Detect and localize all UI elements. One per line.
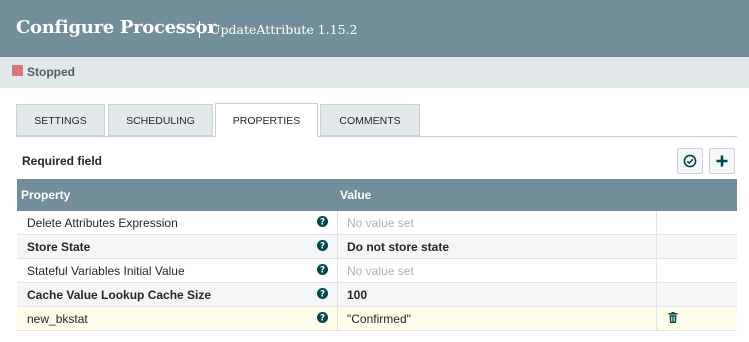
property-name: Delete Attributes Expression: [27, 216, 178, 230]
help-icon[interactable]: ?: [317, 240, 328, 251]
status-label: Stopped: [27, 65, 75, 79]
tab-scheduling[interactable]: SCHEDULING: [108, 104, 213, 136]
svg-text:?: ?: [320, 242, 325, 251]
title-divider: [199, 21, 200, 38]
processor-type: UpdateAttribute 1.15.2: [210, 22, 358, 37]
table-row[interactable]: Cache Value Lookup Cache Size ? 100: [17, 283, 737, 307]
property-value[interactable]: Do not store state: [347, 240, 449, 254]
dialog-header: Configure Processor UpdateAttribute 1.15…: [0, 0, 749, 57]
required-field-legend: Required field: [22, 154, 103, 168]
trash-icon[interactable]: [668, 312, 678, 323]
table-row[interactable]: Delete Attributes Expression ? No value …: [17, 211, 737, 235]
help-icon[interactable]: ?: [317, 264, 328, 275]
property-value[interactable]: No value set: [347, 264, 414, 278]
property-value[interactable]: 100: [347, 288, 367, 302]
property-name: Cache Value Lookup Cache Size: [27, 288, 212, 302]
verify-icon: [683, 154, 697, 168]
status-bar: Stopped: [0, 57, 749, 88]
property-name: new_bkstat: [27, 312, 88, 326]
add-property-button[interactable]: [709, 148, 735, 174]
table-row[interactable]: Store State ? Do not store state: [17, 235, 737, 259]
dialog-title: Configure Processor: [16, 17, 217, 38]
add-property-icon: [716, 155, 728, 167]
property-name: Stateful Variables Initial Value: [27, 264, 185, 278]
svg-text:?: ?: [320, 218, 325, 227]
property-name: Store State: [27, 240, 91, 254]
help-icon[interactable]: ?: [317, 288, 328, 299]
tab-bar: SETTINGS SCHEDULING PROPERTIES COMMENTS: [16, 103, 737, 137]
table-row[interactable]: new_bkstat ? "Confirmed": [17, 307, 737, 331]
column-header-property[interactable]: Property: [21, 188, 70, 202]
property-value[interactable]: "Confirmed": [347, 312, 411, 326]
stopped-icon: [12, 65, 23, 76]
svg-text:?: ?: [320, 290, 325, 299]
verify-button[interactable]: [677, 148, 703, 174]
tab-settings[interactable]: SETTINGS: [16, 104, 105, 136]
help-icon[interactable]: ?: [317, 216, 328, 227]
svg-text:?: ?: [320, 266, 325, 275]
table-header: Property Value: [17, 179, 737, 211]
table-row[interactable]: Stateful Variables Initial Value ? No va…: [17, 259, 737, 283]
column-header-value[interactable]: Value: [340, 188, 371, 202]
svg-text:?: ?: [320, 314, 325, 323]
tab-properties[interactable]: PROPERTIES: [215, 103, 318, 137]
help-icon[interactable]: ?: [317, 312, 328, 323]
tab-comments[interactable]: COMMENTS: [320, 104, 420, 136]
property-value[interactable]: No value set: [347, 216, 414, 230]
